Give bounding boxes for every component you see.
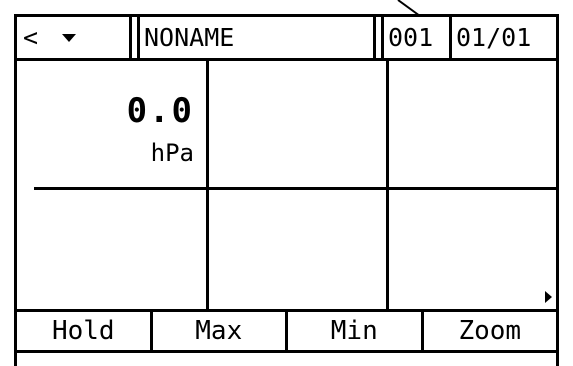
hold-button[interactable]: Hold	[17, 312, 153, 350]
min-button[interactable]: Min	[288, 312, 424, 350]
page-indicator: 01/01	[456, 23, 532, 52]
display-header: < NONAME 001 01/01	[17, 17, 556, 61]
max-button[interactable]: Max	[152, 312, 288, 350]
grid-divider-vertical	[386, 61, 389, 309]
chevron-down-icon	[62, 33, 77, 42]
grid-divider-vertical	[206, 61, 209, 309]
filename-label: NONAME	[140, 17, 376, 58]
pressure-reading: 0.0	[126, 91, 194, 131]
header-divider	[376, 17, 384, 58]
header-divider	[132, 17, 140, 58]
nav-menu-button[interactable]: <	[17, 17, 132, 58]
pressure-unit: hPa	[150, 139, 194, 167]
zoom-button[interactable]: Zoom	[423, 312, 556, 350]
softkey-bar: Hold Max Min Zoom	[17, 309, 556, 353]
back-arrow-icon: <	[23, 23, 39, 52]
record-number: 001	[384, 17, 452, 58]
grid-divider-horizontal	[34, 187, 556, 190]
scroll-right-icon	[545, 291, 552, 303]
instrument-display: < NONAME 001 01/01 0.0 hPa Hold Max Min …	[14, 14, 559, 366]
measurement-grid: 0.0 hPa	[17, 61, 556, 309]
